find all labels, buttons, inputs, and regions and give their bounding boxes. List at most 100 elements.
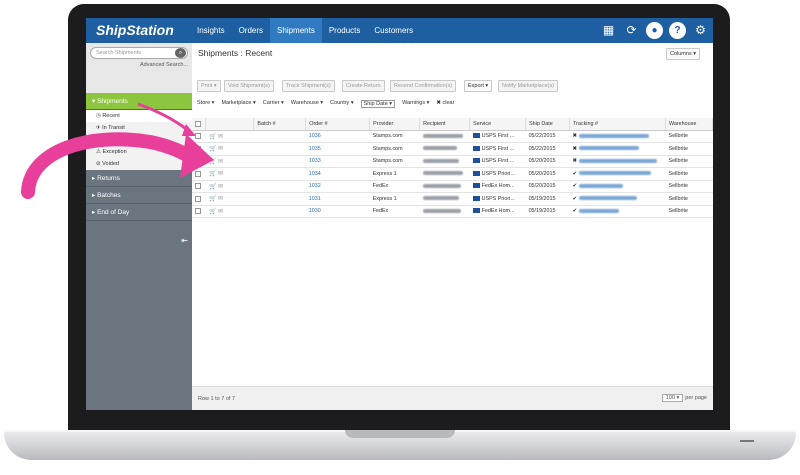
tracking-cell[interactable]: ✖ xyxy=(569,155,666,168)
provider-cell: Stamps.com xyxy=(369,155,420,168)
sidebar-section-returns[interactable]: ▸ Returns xyxy=(86,170,192,187)
columns-button[interactable]: Columns ▾ xyxy=(666,48,700,60)
search-icon[interactable]: ⌕ xyxy=(175,48,186,58)
header-service[interactable]: Service xyxy=(469,118,527,131)
app-logo[interactable]: ShipStation xyxy=(96,22,174,38)
search-input[interactable]: Search Shipments ⌕ xyxy=(90,47,188,59)
cart-icon[interactable]: 🛒 xyxy=(209,171,216,177)
header-batch[interactable]: Batch # xyxy=(253,118,307,131)
mail-icon[interactable]: ✉ xyxy=(218,159,223,165)
help-icon[interactable]: ? xyxy=(669,22,686,39)
tracking-cell[interactable]: ✖ xyxy=(569,130,666,143)
mail-icon[interactable]: ✉ xyxy=(218,209,223,215)
filter-store[interactable]: Store ▾ xyxy=(197,100,214,108)
header-provider[interactable]: Provider xyxy=(369,118,421,131)
cart-icon[interactable]: 🛒 xyxy=(209,209,216,215)
header-ship-date[interactable]: Ship Date xyxy=(525,118,571,131)
cart-icon[interactable]: 🛒 xyxy=(209,196,216,202)
nav-customers[interactable]: Customers xyxy=(367,18,420,43)
filter-ship-date[interactable]: Ship Date ▾ xyxy=(360,100,396,108)
refresh-icon[interactable]: ⟳ xyxy=(623,22,640,39)
provider-cell: FedEx xyxy=(369,205,420,218)
table-row[interactable]: 🛒 ✉ 1034 Express 1 USPS Priori... 05/20/2015… xyxy=(192,167,713,181)
row-checkbox[interactable] xyxy=(192,180,206,193)
tracking-cell[interactable]: ✔ xyxy=(569,167,666,181)
row-checkbox[interactable] xyxy=(192,205,206,218)
row-icons: 🛒 ✉ xyxy=(205,192,254,206)
row-checkbox[interactable] xyxy=(192,192,206,206)
sidebar-item-recent[interactable]: ◷ Recent xyxy=(86,110,192,122)
sidebar-section-end-of-day[interactable]: ▸ End of Day xyxy=(86,204,192,221)
cart-icon[interactable]: 🛒 xyxy=(209,159,216,165)
nav-shipments[interactable]: Shipments xyxy=(270,18,322,43)
order-number-cell[interactable]: 1030 xyxy=(305,205,370,218)
row-checkbox[interactable] xyxy=(192,155,206,168)
mail-icon[interactable]: ✉ xyxy=(218,171,223,177)
header-icons xyxy=(205,118,255,131)
order-number-cell[interactable]: 1033 xyxy=(305,155,370,168)
nav-orders[interactable]: Orders xyxy=(232,18,270,43)
resend-confirmation-button[interactable]: Resend Confirmation(s) xyxy=(390,80,457,92)
cart-icon[interactable]: 🛒 xyxy=(209,146,216,152)
table-row[interactable]: 🛒 ✉ 1036 Stamps.com USPS First ... 05/22/201… xyxy=(192,130,713,143)
header-order[interactable]: Order # xyxy=(305,118,371,131)
clear-filters-button[interactable]: ✖ clear xyxy=(436,100,454,108)
order-number-cell[interactable]: 1031 xyxy=(305,192,370,206)
advanced-search-link[interactable]: Advanced Search... xyxy=(140,62,188,68)
void-shipments-button[interactable]: Void Shipment(s) xyxy=(224,80,274,92)
row-checkbox[interactable] xyxy=(192,130,206,143)
row-checkbox[interactable] xyxy=(192,167,206,181)
select-all-checkbox[interactable] xyxy=(192,118,207,131)
cart-icon[interactable]: 🛒 xyxy=(209,184,216,190)
per-page-select[interactable]: 100 ▾ xyxy=(661,394,684,402)
sidebar-item-voided[interactable]: ⊘ Voided xyxy=(86,158,192,170)
tracking-cell[interactable]: ✔ xyxy=(569,180,666,193)
mail-icon[interactable]: ✉ xyxy=(218,146,223,152)
sidebar-item-delivered[interactable]: ✔ Delivered xyxy=(86,134,192,146)
sidebar-item-in-transit[interactable]: ✈ In Transit xyxy=(86,122,192,134)
filter-country[interactable]: Country ▾ xyxy=(330,100,354,108)
export-button[interactable]: Export ▾ xyxy=(464,80,493,92)
table-row[interactable]: 🛒 ✉ 1033 Stamps.com USPS First ... 05/20/201… xyxy=(192,155,713,168)
header-tracking[interactable]: Tracking # xyxy=(569,118,666,131)
sidebar-item-exception[interactable]: ⚠ Exception xyxy=(86,146,192,158)
filter-marketplace[interactable]: Marketplace ▾ xyxy=(221,100,255,108)
sidebar-section-shipments[interactable]: ▾ Shipments xyxy=(86,93,192,110)
filter-warehouse[interactable]: Warehouse ▾ xyxy=(291,100,323,108)
cart-icon[interactable]: 🛒 xyxy=(209,134,216,140)
filter-carrier[interactable]: Carrier ▾ xyxy=(263,100,284,108)
row-checkbox[interactable] xyxy=(192,142,206,156)
create-return-button[interactable]: Create Return xyxy=(342,80,385,92)
print-button[interactable]: Print ▾ xyxy=(197,80,221,92)
user-icon[interactable]: ● xyxy=(646,22,663,39)
order-number-cell[interactable]: 1035 xyxy=(305,142,370,156)
page-title: Shipments : Recent xyxy=(198,48,273,58)
order-number-cell[interactable]: 1034 xyxy=(305,167,370,181)
collapse-sidebar-icon[interactable]: ⇤ xyxy=(181,236,188,245)
table-row[interactable]: 🛒 ✉ 1035 Stamps.com USPS First ... 05/22/201… xyxy=(192,142,713,156)
mail-icon[interactable]: ✉ xyxy=(218,134,223,140)
mail-icon[interactable]: ✉ xyxy=(218,184,223,190)
calculator-icon[interactable]: ▦ xyxy=(600,22,617,39)
order-number-cell[interactable]: 1032 xyxy=(305,180,370,193)
table-row[interactable]: 🛒 ✉ 1030 FedEx FedEx Hom... 05/19/2015 ✔ Sell… xyxy=(192,205,713,218)
notify-marketplace-button[interactable]: Notify Marketplace(s) xyxy=(498,80,558,92)
ship-date-cell: 05/19/2015 xyxy=(525,205,570,218)
warehouse-cell: Sellbrite xyxy=(665,180,713,193)
table-row[interactable]: 🛒 ✉ 1031 Express 1 USPS Priori... 05/19/2015… xyxy=(192,192,713,206)
tracking-cell[interactable]: ✔ xyxy=(569,205,666,218)
track-shipments-button[interactable]: Track Shipment(s) xyxy=(282,80,335,92)
gear-icon[interactable]: ⚙ xyxy=(692,22,709,39)
service-cell: FedEx Hom... xyxy=(469,180,526,193)
mail-icon[interactable]: ✉ xyxy=(218,196,223,202)
header-warehouse[interactable]: Warehouse xyxy=(665,118,713,131)
tracking-cell[interactable]: ✔ xyxy=(569,192,666,206)
nav-products[interactable]: Products xyxy=(322,18,368,43)
filter-warnings[interactable]: Warnings ▾ xyxy=(402,100,429,108)
nav-insights[interactable]: Insights xyxy=(190,18,232,43)
tracking-cell[interactable]: ✖ xyxy=(569,142,666,156)
table-row[interactable]: 🛒 ✉ 1032 FedEx FedEx Hom... 05/20/2015 ✔ Sell… xyxy=(192,180,713,193)
sidebar-section-batches[interactable]: ▸ Batches xyxy=(86,187,192,204)
order-number-cell[interactable]: 1036 xyxy=(305,130,370,143)
header-recipient[interactable]: Recipient xyxy=(419,118,471,131)
